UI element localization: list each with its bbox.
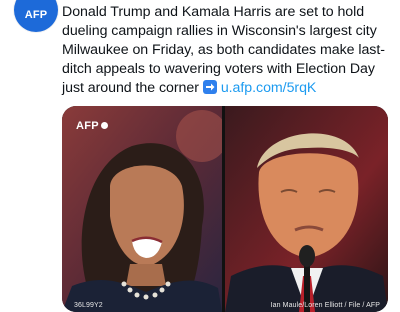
- avatar-label: AFP: [24, 9, 48, 21]
- kamala-harris-photo[interactable]: AFP 36L99Y2: [62, 106, 222, 312]
- tweet-text: Donald Trump and Kamala Harris are set t…: [62, 3, 396, 98]
- right-arrow-emoji-icon: [202, 80, 217, 94]
- tweet-link[interactable]: u.afp.com/5rqK: [221, 80, 317, 96]
- afp-logo-dot-icon: [100, 122, 108, 129]
- afp-watermark: AFP: [76, 120, 108, 132]
- avatar[interactable]: AFP: [14, 0, 58, 32]
- donald-trump-photo[interactable]: Ian Maule/Loren Elliott / File / AFP: [225, 106, 388, 312]
- tweet-media[interactable]: AFP 36L99Y2 Ian Maule/Loren Elliott / Fi…: [62, 106, 388, 312]
- right-photo-credit: Ian Maule/Loren Elliott / File / AFP: [270, 302, 380, 309]
- left-photo-credit: 36L99Y2: [74, 302, 103, 309]
